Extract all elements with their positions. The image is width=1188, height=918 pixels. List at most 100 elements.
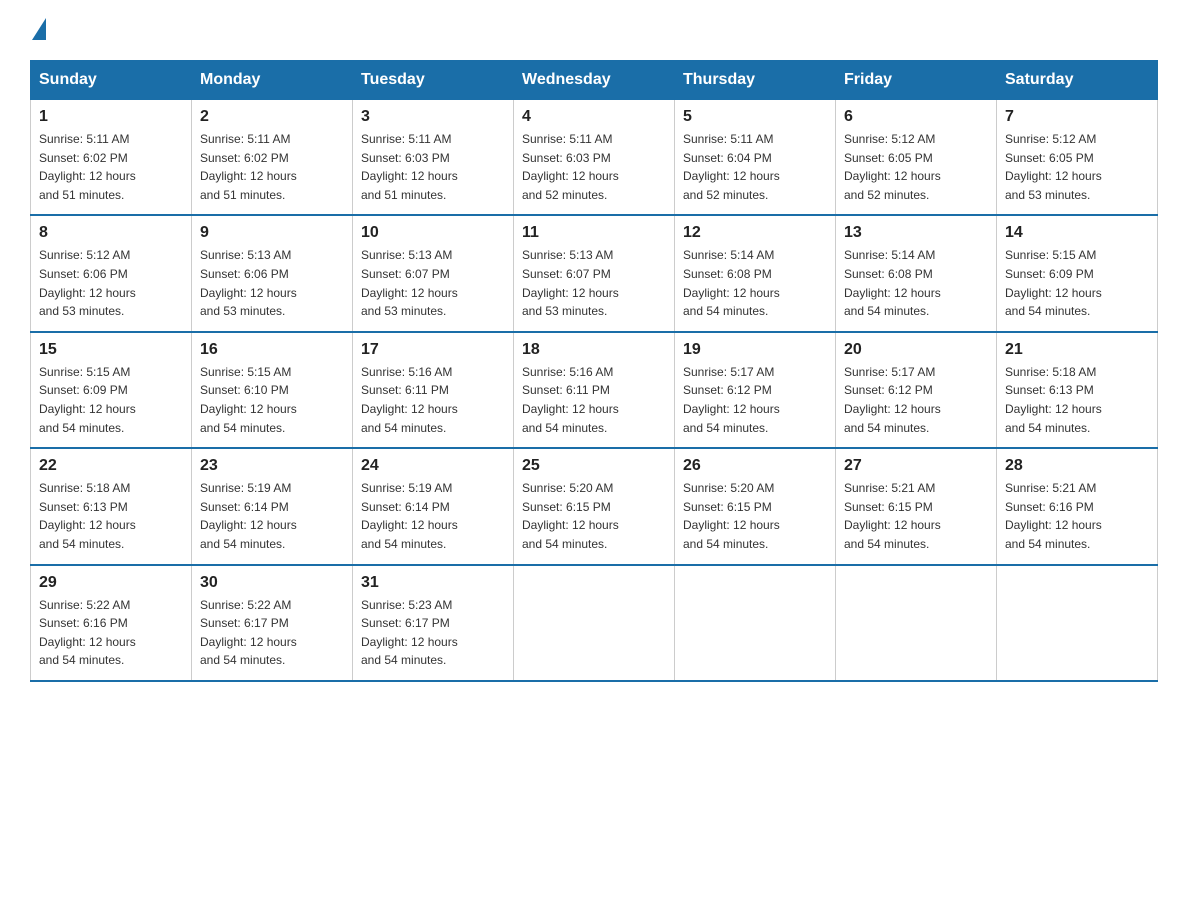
weekday-header-wednesday: Wednesday	[514, 61, 675, 100]
day-number: 14	[1005, 224, 1149, 242]
calendar-day-cell	[997, 565, 1158, 681]
day-info: Sunrise: 5:13 AMSunset: 6:07 PMDaylight:…	[361, 248, 458, 318]
day-info: Sunrise: 5:21 AMSunset: 6:16 PMDaylight:…	[1005, 481, 1102, 551]
day-info: Sunrise: 5:15 AMSunset: 6:09 PMDaylight:…	[39, 365, 136, 435]
calendar-day-cell: 27 Sunrise: 5:21 AMSunset: 6:15 PMDaylig…	[836, 448, 997, 564]
day-info: Sunrise: 5:22 AMSunset: 6:16 PMDaylight:…	[39, 598, 136, 668]
calendar-day-cell: 31 Sunrise: 5:23 AMSunset: 6:17 PMDaylig…	[353, 565, 514, 681]
day-info: Sunrise: 5:17 AMSunset: 6:12 PMDaylight:…	[683, 365, 780, 435]
calendar-day-cell: 12 Sunrise: 5:14 AMSunset: 6:08 PMDaylig…	[675, 215, 836, 331]
day-number: 28	[1005, 457, 1149, 475]
calendar-week-row: 22 Sunrise: 5:18 AMSunset: 6:13 PMDaylig…	[31, 448, 1158, 564]
weekday-header-tuesday: Tuesday	[353, 61, 514, 100]
day-info: Sunrise: 5:19 AMSunset: 6:14 PMDaylight:…	[361, 481, 458, 551]
day-info: Sunrise: 5:13 AMSunset: 6:06 PMDaylight:…	[200, 248, 297, 318]
day-number: 29	[39, 574, 183, 592]
day-number: 13	[844, 224, 988, 242]
day-number: 12	[683, 224, 827, 242]
calendar-day-cell: 9 Sunrise: 5:13 AMSunset: 6:06 PMDayligh…	[192, 215, 353, 331]
calendar-day-cell: 1 Sunrise: 5:11 AMSunset: 6:02 PMDayligh…	[31, 100, 192, 216]
weekday-header-monday: Monday	[192, 61, 353, 100]
day-number: 6	[844, 108, 988, 126]
day-number: 9	[200, 224, 344, 242]
calendar-day-cell: 23 Sunrise: 5:19 AMSunset: 6:14 PMDaylig…	[192, 448, 353, 564]
day-info: Sunrise: 5:11 AMSunset: 6:02 PMDaylight:…	[200, 132, 297, 202]
day-info: Sunrise: 5:23 AMSunset: 6:17 PMDaylight:…	[361, 598, 458, 668]
day-number: 5	[683, 108, 827, 126]
logo	[30, 20, 46, 42]
day-number: 8	[39, 224, 183, 242]
weekday-header-saturday: Saturday	[997, 61, 1158, 100]
calendar-day-cell	[675, 565, 836, 681]
day-number: 26	[683, 457, 827, 475]
day-number: 19	[683, 341, 827, 359]
day-info: Sunrise: 5:15 AMSunset: 6:10 PMDaylight:…	[200, 365, 297, 435]
day-number: 21	[1005, 341, 1149, 359]
calendar-day-cell: 14 Sunrise: 5:15 AMSunset: 6:09 PMDaylig…	[997, 215, 1158, 331]
day-number: 4	[522, 108, 666, 126]
calendar-day-cell: 17 Sunrise: 5:16 AMSunset: 6:11 PMDaylig…	[353, 332, 514, 448]
calendar-day-cell: 3 Sunrise: 5:11 AMSunset: 6:03 PMDayligh…	[353, 100, 514, 216]
day-info: Sunrise: 5:13 AMSunset: 6:07 PMDaylight:…	[522, 248, 619, 318]
day-number: 22	[39, 457, 183, 475]
calendar-day-cell: 29 Sunrise: 5:22 AMSunset: 6:16 PMDaylig…	[31, 565, 192, 681]
calendar-day-cell: 16 Sunrise: 5:15 AMSunset: 6:10 PMDaylig…	[192, 332, 353, 448]
calendar-day-cell	[836, 565, 997, 681]
calendar-day-cell: 24 Sunrise: 5:19 AMSunset: 6:14 PMDaylig…	[353, 448, 514, 564]
day-info: Sunrise: 5:12 AMSunset: 6:05 PMDaylight:…	[1005, 132, 1102, 202]
calendar-day-cell: 4 Sunrise: 5:11 AMSunset: 6:03 PMDayligh…	[514, 100, 675, 216]
day-info: Sunrise: 5:11 AMSunset: 6:02 PMDaylight:…	[39, 132, 136, 202]
day-number: 10	[361, 224, 505, 242]
day-info: Sunrise: 5:17 AMSunset: 6:12 PMDaylight:…	[844, 365, 941, 435]
calendar-day-cell: 13 Sunrise: 5:14 AMSunset: 6:08 PMDaylig…	[836, 215, 997, 331]
day-number: 16	[200, 341, 344, 359]
day-info: Sunrise: 5:18 AMSunset: 6:13 PMDaylight:…	[39, 481, 136, 551]
day-info: Sunrise: 5:12 AMSunset: 6:06 PMDaylight:…	[39, 248, 136, 318]
day-info: Sunrise: 5:18 AMSunset: 6:13 PMDaylight:…	[1005, 365, 1102, 435]
calendar-week-row: 15 Sunrise: 5:15 AMSunset: 6:09 PMDaylig…	[31, 332, 1158, 448]
calendar-day-cell: 6 Sunrise: 5:12 AMSunset: 6:05 PMDayligh…	[836, 100, 997, 216]
day-info: Sunrise: 5:16 AMSunset: 6:11 PMDaylight:…	[361, 365, 458, 435]
day-number: 31	[361, 574, 505, 592]
day-info: Sunrise: 5:14 AMSunset: 6:08 PMDaylight:…	[844, 248, 941, 318]
day-info: Sunrise: 5:22 AMSunset: 6:17 PMDaylight:…	[200, 598, 297, 668]
calendar-day-cell: 19 Sunrise: 5:17 AMSunset: 6:12 PMDaylig…	[675, 332, 836, 448]
day-number: 11	[522, 224, 666, 242]
day-number: 20	[844, 341, 988, 359]
day-number: 17	[361, 341, 505, 359]
day-number: 27	[844, 457, 988, 475]
day-info: Sunrise: 5:11 AMSunset: 6:03 PMDaylight:…	[361, 132, 458, 202]
day-number: 15	[39, 341, 183, 359]
calendar-day-cell: 15 Sunrise: 5:15 AMSunset: 6:09 PMDaylig…	[31, 332, 192, 448]
logo-flag-icon	[32, 18, 46, 40]
calendar-day-cell: 5 Sunrise: 5:11 AMSunset: 6:04 PMDayligh…	[675, 100, 836, 216]
day-info: Sunrise: 5:20 AMSunset: 6:15 PMDaylight:…	[683, 481, 780, 551]
calendar-day-cell: 11 Sunrise: 5:13 AMSunset: 6:07 PMDaylig…	[514, 215, 675, 331]
day-number: 7	[1005, 108, 1149, 126]
day-info: Sunrise: 5:12 AMSunset: 6:05 PMDaylight:…	[844, 132, 941, 202]
calendar-day-cell: 20 Sunrise: 5:17 AMSunset: 6:12 PMDaylig…	[836, 332, 997, 448]
calendar-week-row: 29 Sunrise: 5:22 AMSunset: 6:16 PMDaylig…	[31, 565, 1158, 681]
calendar-day-cell: 18 Sunrise: 5:16 AMSunset: 6:11 PMDaylig…	[514, 332, 675, 448]
weekday-header-sunday: Sunday	[31, 61, 192, 100]
calendar-day-cell: 22 Sunrise: 5:18 AMSunset: 6:13 PMDaylig…	[31, 448, 192, 564]
day-info: Sunrise: 5:11 AMSunset: 6:03 PMDaylight:…	[522, 132, 619, 202]
calendar-week-row: 8 Sunrise: 5:12 AMSunset: 6:06 PMDayligh…	[31, 215, 1158, 331]
day-info: Sunrise: 5:15 AMSunset: 6:09 PMDaylight:…	[1005, 248, 1102, 318]
calendar-week-row: 1 Sunrise: 5:11 AMSunset: 6:02 PMDayligh…	[31, 100, 1158, 216]
day-number: 18	[522, 341, 666, 359]
day-number: 30	[200, 574, 344, 592]
calendar-day-cell	[514, 565, 675, 681]
weekday-header-row: SundayMondayTuesdayWednesdayThursdayFrid…	[31, 61, 1158, 100]
calendar-table: SundayMondayTuesdayWednesdayThursdayFrid…	[30, 60, 1158, 682]
calendar-day-cell: 2 Sunrise: 5:11 AMSunset: 6:02 PMDayligh…	[192, 100, 353, 216]
day-info: Sunrise: 5:20 AMSunset: 6:15 PMDaylight:…	[522, 481, 619, 551]
header	[30, 20, 1158, 42]
day-info: Sunrise: 5:16 AMSunset: 6:11 PMDaylight:…	[522, 365, 619, 435]
day-info: Sunrise: 5:21 AMSunset: 6:15 PMDaylight:…	[844, 481, 941, 551]
calendar-day-cell: 21 Sunrise: 5:18 AMSunset: 6:13 PMDaylig…	[997, 332, 1158, 448]
day-number: 1	[39, 108, 183, 126]
calendar-day-cell: 26 Sunrise: 5:20 AMSunset: 6:15 PMDaylig…	[675, 448, 836, 564]
day-info: Sunrise: 5:14 AMSunset: 6:08 PMDaylight:…	[683, 248, 780, 318]
day-number: 24	[361, 457, 505, 475]
